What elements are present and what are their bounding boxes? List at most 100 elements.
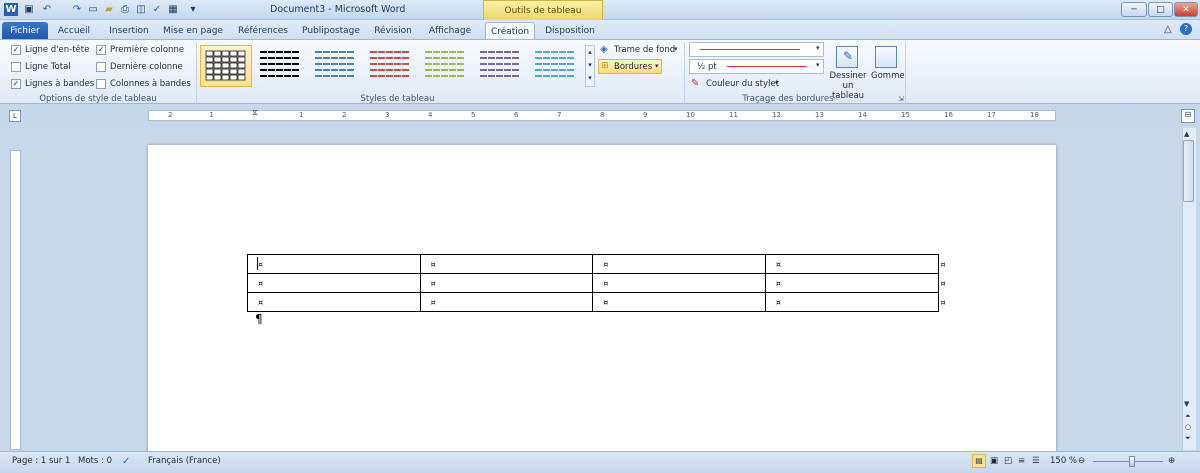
table-cell[interactable]: ¤: [592, 292, 766, 312]
zoom-in-icon[interactable]: ⊕: [1168, 455, 1175, 468]
trame-de-fond-button[interactable]: Trame de fond: [614, 45, 675, 55]
style-swatch-cell: [260, 75, 267, 77]
scroll-up-icon[interactable]: ▲: [1184, 130, 1189, 138]
table-cell[interactable]: ¤: [764, 292, 939, 312]
tab-publipostage[interactable]: Publipostage: [300, 22, 362, 40]
web-layout-view-icon[interactable]: ◰: [1004, 455, 1012, 468]
table-style-1[interactable]: [200, 45, 252, 87]
print-icon[interactable]: ⎙: [118, 3, 132, 16]
table-cell[interactable]: ¤: [592, 254, 766, 274]
table-style-5[interactable]: [419, 45, 471, 87]
checkbox-premiere-colonne[interactable]: ✓: [96, 45, 106, 55]
tab-creation[interactable]: Création: [485, 22, 535, 40]
table-row[interactable]: ¤ ¤ ¤ ¤ ¤: [247, 273, 950, 293]
browse-object-icon[interactable]: ○: [1185, 423, 1191, 431]
dialog-launcher-icon[interactable]: ⇲: [898, 95, 904, 103]
checkbox-derniere-colonne[interactable]: [96, 62, 106, 72]
minimize-button[interactable]: ─: [1121, 2, 1147, 17]
table-cell[interactable]: ¤: [937, 273, 950, 293]
eraser-button[interactable]: Gomme: [871, 71, 905, 81]
style-swatch-cell: [441, 69, 448, 71]
table-cell[interactable]: ¤: [419, 292, 594, 312]
tab-fichier[interactable]: Fichier: [2, 22, 48, 40]
full-screen-view-icon[interactable]: ▣: [990, 455, 998, 468]
tab-references[interactable]: Références: [234, 22, 292, 40]
zoom-out-icon[interactable]: ⊖: [1078, 455, 1085, 468]
zoom-slider[interactable]: [1093, 461, 1163, 462]
style-swatch-cell: [441, 63, 448, 65]
open-icon[interactable]: ▰: [102, 3, 116, 16]
table-style-7[interactable]: [529, 45, 581, 87]
document-table[interactable]: ¤ ¤ ¤ ¤ ¤ ¤ ¤ ¤ ¤ ¤ ¤ ¤ ¤ ¤ ¤: [247, 254, 950, 312]
new-document-icon[interactable]: ▭: [86, 3, 100, 16]
next-page-icon[interactable]: ⏷: [1185, 434, 1191, 443]
spelling-icon[interactable]: ✓: [150, 3, 164, 16]
table-cell[interactable]: ¤: [247, 292, 421, 312]
scroll-thumb[interactable]: [1183, 140, 1194, 202]
tab-disposition[interactable]: Disposition: [537, 22, 603, 40]
table-cell[interactable]: ¤: [764, 254, 939, 274]
table-cell[interactable]: ¤: [592, 273, 766, 293]
checkbox-ligne-total[interactable]: [11, 62, 21, 72]
table-cell[interactable]: ¤: [937, 292, 950, 312]
style-swatch-cell: [331, 51, 338, 53]
page-count[interactable]: Page : 1 sur 1: [12, 455, 70, 468]
maximize-button[interactable]: □: [1148, 2, 1173, 17]
proofing-icon[interactable]: ✓: [122, 455, 130, 468]
table-cell[interactable]: ¤: [764, 273, 939, 293]
gallery-scroll[interactable]: ▴ ▾ ▾: [585, 45, 595, 87]
tab-affichage[interactable]: Affichage: [426, 22, 474, 40]
style-swatch-cell: [213, 56, 222, 63]
previous-page-icon[interactable]: ⏶: [1185, 412, 1191, 421]
draw-table-qa-icon[interactable]: ▦: [166, 3, 180, 16]
vertical-ruler[interactable]: [10, 150, 21, 450]
style-swatch-cell: [292, 63, 299, 65]
chevron-down-icon[interactable]: ▾: [674, 45, 678, 53]
ruler-toggle-icon[interactable]: ⊟: [1181, 109, 1195, 123]
table-cell[interactable]: ¤: [419, 273, 594, 293]
checkbox-colonnes-a-bandes[interactable]: [96, 79, 106, 89]
zoom-level[interactable]: 150 %: [1050, 455, 1077, 468]
tab-mise-en-page[interactable]: Mise en page: [162, 22, 224, 40]
table-style-6[interactable]: [474, 45, 526, 87]
undo-icon[interactable]: ↶: [40, 3, 54, 16]
checkbox-ligne-en-tete[interactable]: ✓: [11, 45, 21, 55]
table-row[interactable]: ¤ ¤ ¤ ¤ ¤: [247, 254, 950, 274]
eraser-icon[interactable]: [875, 46, 897, 68]
table-cell[interactable]: ¤: [419, 254, 594, 274]
pen-color-button[interactable]: Couleur du stylet: [706, 79, 779, 89]
checkbox-lignes-a-bandes[interactable]: ✓: [11, 79, 21, 89]
scroll-down-icon[interactable]: ▼: [1184, 400, 1189, 408]
save-icon[interactable]: ▣: [22, 3, 36, 16]
word-count[interactable]: Mots : 0: [78, 455, 112, 468]
tab-insertion[interactable]: Insertion: [104, 22, 154, 40]
minimize-ribbon-icon[interactable]: △: [1164, 24, 1172, 35]
draft-view-icon[interactable]: ☰: [1032, 455, 1040, 468]
table-cell[interactable]: ¤: [937, 254, 950, 274]
ruler-number: 16: [944, 111, 953, 119]
style-swatch-cell: [323, 63, 330, 65]
table-style-3[interactable]: [309, 45, 361, 87]
help-icon[interactable]: ?: [1180, 23, 1192, 35]
table-style-4[interactable]: [364, 45, 416, 87]
language-status[interactable]: Français (France): [148, 455, 221, 468]
zoom-slider-thumb[interactable]: [1129, 456, 1135, 467]
print-layout-view-icon[interactable]: ▤: [972, 454, 986, 468]
table-cell[interactable]: ¤: [247, 273, 421, 293]
outline-view-icon[interactable]: ≡: [1018, 455, 1025, 468]
close-button[interactable]: ✕: [1174, 2, 1198, 17]
redo-icon[interactable]: ↷: [70, 3, 84, 16]
customize-qa-icon[interactable]: ▾: [186, 3, 200, 16]
tab-selector-icon[interactable]: L: [9, 110, 21, 122]
table-cell[interactable]: ¤: [247, 254, 421, 274]
indent-marker-icon[interactable]: ⧖: [252, 108, 258, 118]
tab-accueil[interactable]: Accueil: [55, 22, 93, 40]
style-swatch-cell: [551, 57, 558, 59]
ruler-number: 7: [557, 111, 562, 119]
print-preview-icon[interactable]: ◫: [134, 3, 148, 16]
table-style-2[interactable]: [254, 45, 306, 87]
word-app-icon[interactable]: W: [4, 3, 18, 16]
table-row[interactable]: ¤ ¤ ¤ ¤ ¤: [247, 292, 950, 312]
tab-revision[interactable]: Révision: [370, 22, 416, 40]
style-swatch-cell: [323, 69, 330, 71]
